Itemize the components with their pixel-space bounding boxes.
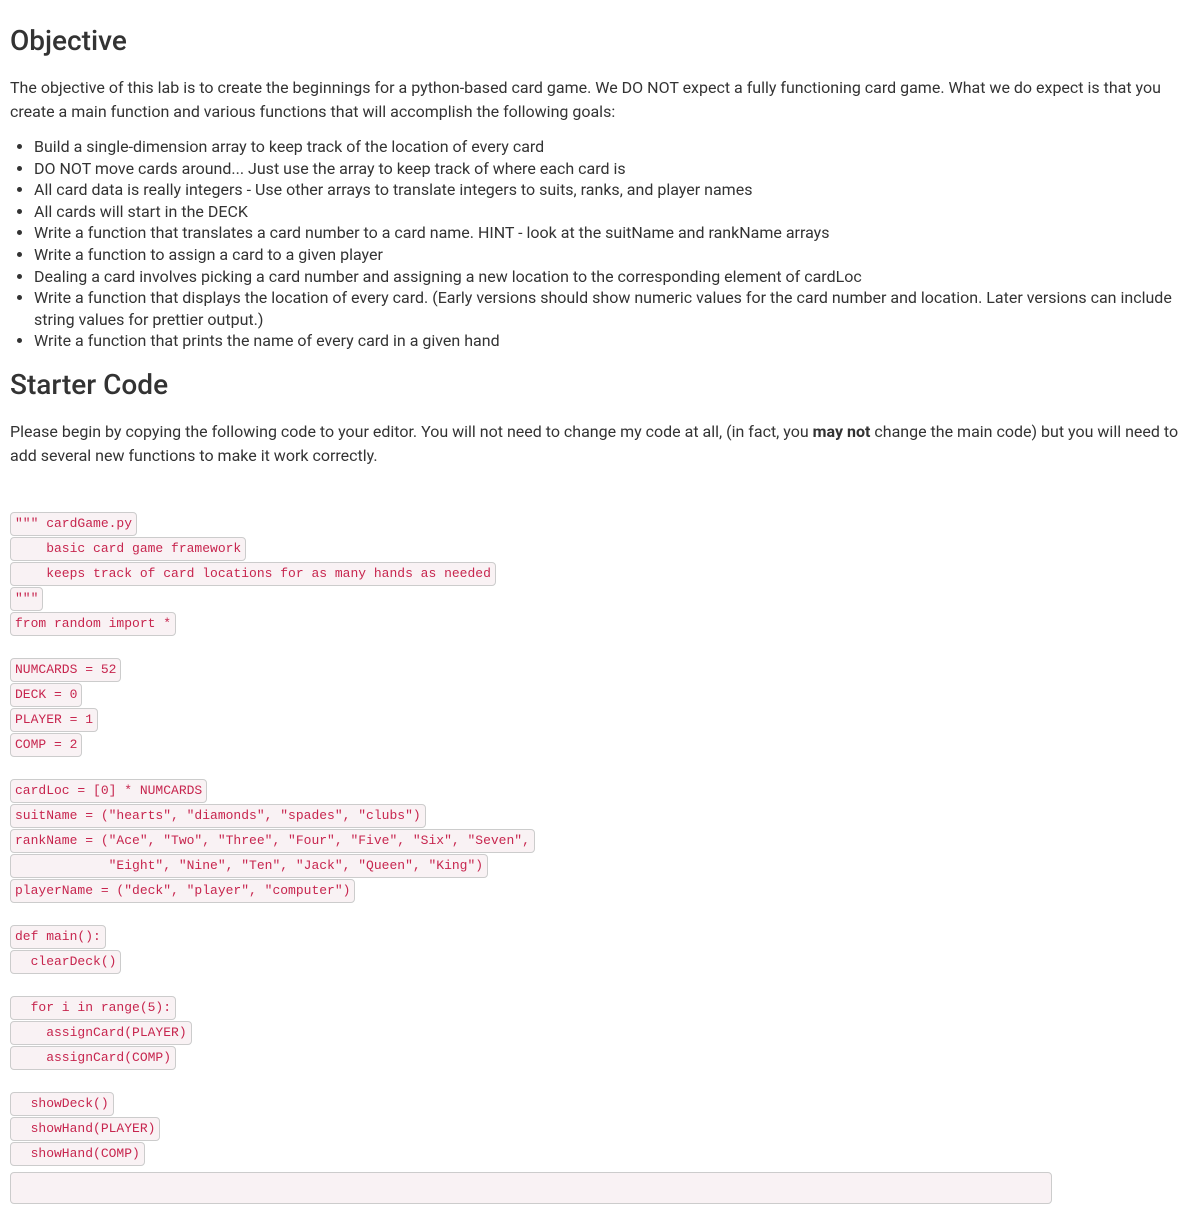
code-chip: assignCard(COMP) [10,1046,176,1070]
code-chip: "Eight", "Nine", "Ten", "Jack", "Queen",… [10,854,488,878]
list-item: Write a function that displays the locat… [34,287,1190,330]
code-chip: playerName = ("deck", "player", "compute… [10,879,355,903]
list-item: Build a single-dimension array to keep t… [34,136,1190,158]
goals-list: Build a single-dimension array to keep t… [10,136,1190,352]
code-line [10,758,1190,778]
code-line: rankName = ("Ace", "Two", "Three", "Four… [10,829,1190,853]
code-line: cardLoc = [0] * NUMCARDS [10,779,1190,803]
code-line: assignCard(COMP) [10,1046,1190,1070]
list-item: Dealing a card involves picking a card n… [34,266,1190,288]
code-line: PLAYER = 1 [10,708,1190,732]
code-line: """ [10,587,1190,611]
code-line [10,637,1190,657]
code-block: """ cardGame.py basic card game framewor… [10,512,1190,1166]
code-line: COMP = 2 [10,733,1190,757]
code-chip: basic card game framework [10,537,246,561]
code-line: playerName = ("deck", "player", "compute… [10,879,1190,903]
starter-paragraph: Please begin by copying the following co… [10,420,1190,468]
code-line: DECK = 0 [10,683,1190,707]
code-line: suitName = ("hearts", "diamonds", "spade… [10,804,1190,828]
code-line: assignCard(PLAYER) [10,1021,1190,1045]
code-chip: rankName = ("Ace", "Two", "Three", "Four… [10,829,535,853]
code-chip: for i in range(5): [10,996,176,1020]
code-chip: showDeck() [10,1092,114,1116]
code-line [10,975,1190,995]
starter-prefix: Please begin by copying the following co… [10,422,813,441]
code-chip: showHand(COMP) [10,1142,145,1166]
code-line: from random import * [10,612,1190,636]
code-line: for i in range(5): [10,996,1190,1020]
code-line: basic card game framework [10,537,1190,561]
code-line: clearDeck() [10,950,1190,974]
code-line: showHand(PLAYER) [10,1117,1190,1141]
code-chip: showHand(PLAYER) [10,1117,160,1141]
list-item: Write a function to assign a card to a g… [34,244,1190,266]
code-chip: PLAYER = 1 [10,708,98,732]
code-line: showHand(COMP) [10,1142,1190,1166]
code-chip: DECK = 0 [10,683,82,707]
code-chip: COMP = 2 [10,733,82,757]
heading-starter-code: Starter Code [10,364,1190,406]
heading-objective: Objective [10,20,1190,62]
code-chip: NUMCARDS = 52 [10,658,121,682]
code-line: def main(): [10,925,1190,949]
code-chip: from random import * [10,612,176,636]
code-chip: cardLoc = [0] * NUMCARDS [10,779,207,803]
starter-bold: may not [813,422,871,441]
empty-code-block [10,1172,1052,1204]
code-chip: assignCard(PLAYER) [10,1021,192,1045]
code-line [10,1071,1190,1091]
code-line: "Eight", "Nine", "Ten", "Jack", "Queen",… [10,854,1190,878]
code-line: keeps track of card locations for as man… [10,562,1190,586]
list-item: Write a function that translates a card … [34,222,1190,244]
code-line: """ cardGame.py [10,512,1190,536]
code-chip: def main(): [10,925,106,949]
list-item: DO NOT move cards around... Just use the… [34,158,1190,180]
list-item: Write a function that prints the name of… [34,330,1190,352]
code-chip: """ [10,587,43,611]
list-item: All cards will start in the DECK [34,201,1190,223]
code-chip: clearDeck() [10,950,121,974]
code-line [10,904,1190,924]
intro-paragraph: The objective of this lab is to create t… [10,76,1190,124]
code-chip: suitName = ("hearts", "diamonds", "spade… [10,804,426,828]
code-line: showDeck() [10,1092,1190,1116]
code-chip: keeps track of card locations for as man… [10,562,496,586]
list-item: All card data is really integers - Use o… [34,179,1190,201]
code-line: NUMCARDS = 52 [10,658,1190,682]
code-chip: """ cardGame.py [10,512,137,536]
